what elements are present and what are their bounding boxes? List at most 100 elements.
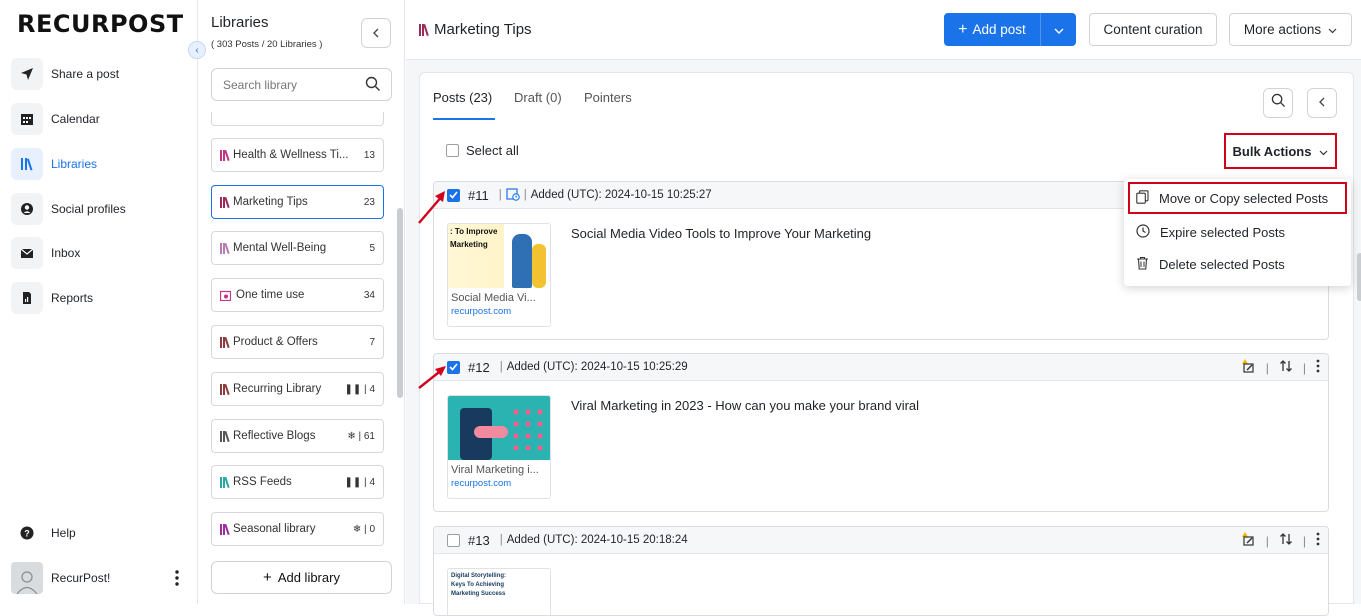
post-added-date: Added (UTC): 2024-10-15 20:18:24 bbox=[506, 534, 688, 546]
library-count: 61 bbox=[363, 430, 375, 442]
select-all-checkbox[interactable] bbox=[446, 144, 459, 157]
thumbnail-domain[interactable]: recurpost.com bbox=[448, 304, 550, 319]
posts-scrollbar[interactable] bbox=[1357, 253, 1361, 301]
post-number: #11 bbox=[468, 187, 489, 203]
kebab-menu-icon[interactable] bbox=[1316, 532, 1320, 549]
content-curation-button[interactable]: Content curation bbox=[1089, 13, 1217, 46]
user-account[interactable]: RecurPost! bbox=[11, 562, 187, 594]
library-count: 34 bbox=[363, 289, 375, 301]
edit-warning-icon[interactable] bbox=[1240, 531, 1256, 550]
nav-item-calendar[interactable]: Calendar bbox=[11, 103, 187, 135]
post-added-date: Added (UTC): 2024-10-15 10:25:29 bbox=[506, 361, 688, 373]
plus-icon: + bbox=[263, 569, 272, 586]
post-actions: | | bbox=[1240, 358, 1320, 377]
pause-icon: ❚❚ bbox=[344, 383, 362, 395]
add-post-button[interactable]: + Add post bbox=[944, 13, 1076, 46]
thumbnail-image bbox=[448, 396, 550, 460]
sort-icon[interactable] bbox=[1279, 532, 1293, 549]
top-bar: Marketing Tips + Add post Content curatio… bbox=[406, 0, 1361, 60]
library-item-partial[interactable] bbox=[211, 112, 384, 126]
library-name: One time use bbox=[236, 289, 305, 301]
kebab-menu-icon[interactable] bbox=[175, 569, 179, 590]
thumbnail-domain[interactable]: recurpost.com bbox=[448, 476, 550, 491]
post-thumbnail[interactable]: : To Improve Marketing Social Media Vi..… bbox=[447, 223, 551, 327]
nav-item-inbox[interactable]: Inbox bbox=[11, 237, 187, 269]
library-item[interactable]: Product & Offers 7 bbox=[211, 325, 384, 359]
delete-posts-item[interactable]: Delete selected Posts bbox=[1124, 248, 1351, 280]
tab-draft[interactable]: Draft (0) bbox=[514, 90, 562, 105]
illustration-dots bbox=[510, 406, 546, 450]
library-name: Mental Well-Being bbox=[233, 242, 327, 254]
nav-item-reports[interactable]: Reports bbox=[11, 282, 187, 314]
add-post-label: Add post bbox=[972, 22, 1026, 37]
search-posts-button[interactable] bbox=[1263, 88, 1293, 118]
nav-label: Social profiles bbox=[51, 202, 126, 216]
post-thumbnail[interactable]: Viral Marketing i... recurpost.com bbox=[447, 395, 551, 499]
add-library-button[interactable]: + Add library bbox=[211, 561, 392, 594]
chevron-left-icon: ‹ bbox=[195, 44, 199, 56]
sort-icon[interactable] bbox=[1279, 359, 1293, 376]
kebab-menu-icon[interactable] bbox=[1316, 359, 1320, 376]
post-checkbox[interactable] bbox=[447, 533, 460, 547]
library-icon bbox=[220, 196, 230, 208]
schedule-icon[interactable] bbox=[506, 187, 520, 204]
post-card[interactable]: #12 | Added (UTC): 2024-10-15 10:25:29 |… bbox=[433, 353, 1329, 512]
search-icon[interactable] bbox=[365, 76, 381, 95]
library-item[interactable]: Mental Well-Being 5 bbox=[211, 231, 384, 265]
nav-label: Calendar bbox=[51, 112, 100, 126]
libraries-scrollbar[interactable] bbox=[397, 208, 403, 398]
collapse-libraries-button[interactable] bbox=[361, 18, 391, 48]
avatar bbox=[11, 562, 43, 594]
library-status: ❚❚ | 4 bbox=[344, 476, 375, 488]
nav-item-social-profiles[interactable]: Social profiles bbox=[11, 193, 187, 225]
recurpost-logo[interactable]: RECURPOST bbox=[17, 10, 184, 38]
more-actions-button[interactable]: More actions bbox=[1229, 13, 1352, 46]
chevron-down-icon bbox=[1328, 22, 1337, 37]
add-post-dropdown[interactable] bbox=[1041, 22, 1076, 37]
content-curation-label: Content curation bbox=[1103, 22, 1203, 37]
library-count: 4 bbox=[369, 383, 375, 395]
post-text[interactable]: Social Media Video Tools to Improve Your… bbox=[571, 226, 871, 241]
library-item[interactable]: Seasonal library ❄ | 0 bbox=[211, 512, 384, 546]
collapse-panel-button[interactable] bbox=[1307, 88, 1337, 118]
libraries-subtitle: ( 303 Posts / 20 Libraries ) bbox=[211, 39, 323, 50]
library-name: RSS Feeds bbox=[233, 476, 292, 488]
library-item[interactable]: Health & Wellness Ti... 13 bbox=[211, 138, 384, 172]
nav-item-libraries[interactable]: Libraries bbox=[11, 148, 187, 180]
illustration-hand bbox=[474, 426, 508, 438]
chevron-down-icon bbox=[1319, 144, 1328, 159]
post-card[interactable]: #13 | Added (UTC): 2024-10-15 20:18:24 |… bbox=[433, 526, 1329, 616]
nav-item-help[interactable]: ? Help bbox=[11, 517, 187, 549]
library-item[interactable]: Recurring Library ❚❚ | 4 bbox=[211, 372, 384, 406]
post-number: #12 bbox=[468, 359, 490, 375]
library-status: ❚❚ | 4 bbox=[344, 383, 375, 395]
post-text[interactable]: Viral Marketing in 2023 - How can you ma… bbox=[571, 398, 919, 413]
sidebar-toggle-button[interactable]: ‹ bbox=[188, 41, 206, 59]
inbox-icon bbox=[11, 237, 43, 269]
move-copy-posts-item[interactable]: Move or Copy selected Posts bbox=[1128, 182, 1347, 214]
nav-item-share-a-post[interactable]: Share a post bbox=[11, 58, 187, 90]
library-item[interactable]: Reflective Blogs ❄ | 61 bbox=[211, 419, 384, 453]
add-library-label: Add library bbox=[277, 570, 340, 585]
library-status: ❄ | 0 bbox=[352, 523, 375, 535]
tab-posts[interactable]: Posts (23) bbox=[433, 90, 492, 105]
snowflake-icon: ❄ bbox=[352, 523, 362, 535]
chevron-left-icon bbox=[1318, 94, 1326, 112]
select-all[interactable]: Select all bbox=[446, 143, 519, 158]
calendar-icon bbox=[11, 103, 43, 135]
chevron-left-icon bbox=[372, 26, 380, 41]
report-icon bbox=[11, 282, 43, 314]
tab-pointers[interactable]: Pointers bbox=[584, 90, 632, 105]
library-item-selected[interactable]: Marketing Tips 23 bbox=[211, 185, 384, 219]
expire-posts-item[interactable]: Expire selected Posts bbox=[1124, 216, 1351, 248]
library-item[interactable]: One time use 34 bbox=[211, 278, 384, 312]
main-content: Marketing Tips + Add post Content curatio… bbox=[406, 0, 1361, 616]
library-name: Marketing Tips bbox=[233, 196, 308, 208]
library-item[interactable]: RSS Feeds ❚❚ | 4 bbox=[211, 465, 384, 499]
plus-icon: + bbox=[958, 20, 968, 38]
bulk-actions-button[interactable]: Bulk Actions bbox=[1224, 133, 1337, 169]
edit-warning-icon[interactable] bbox=[1240, 358, 1256, 377]
post-thumbnail[interactable]: Digital Storytelling: Keys To Achieving … bbox=[447, 568, 551, 615]
search-library-input[interactable]: Search library bbox=[211, 68, 392, 101]
add-post-main[interactable]: + Add post bbox=[944, 13, 1041, 46]
